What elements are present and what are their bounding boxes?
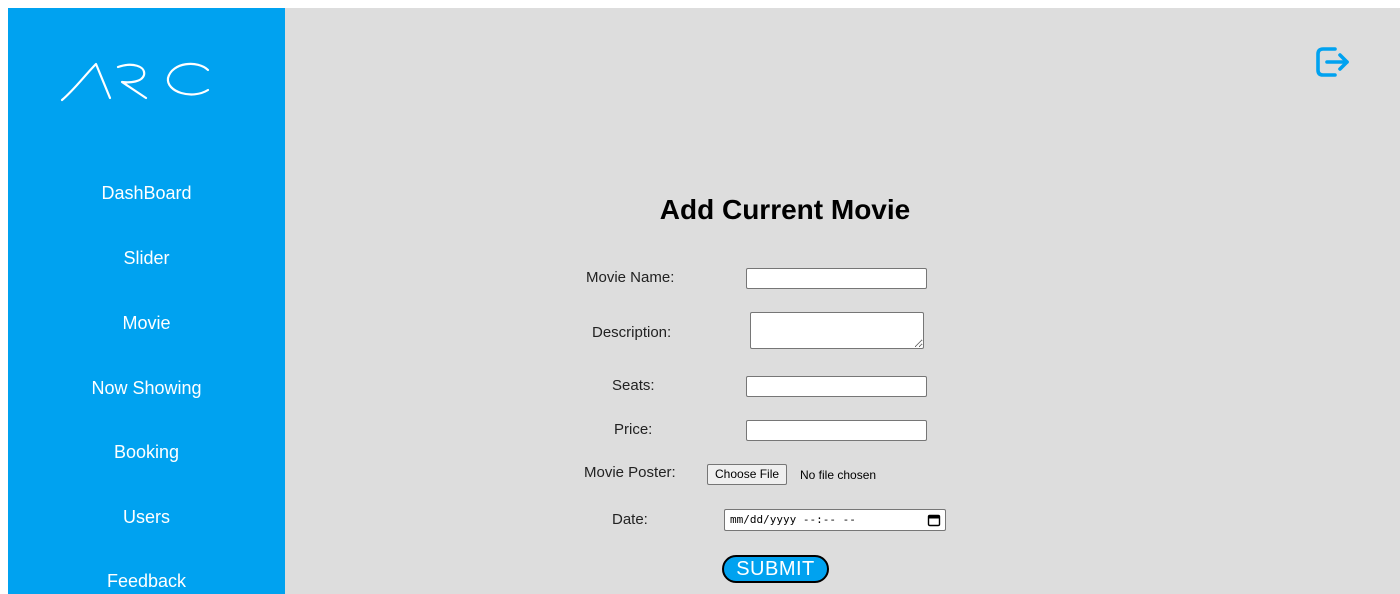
page-title: Add Current Movie bbox=[659, 194, 911, 225]
description-label: Description: bbox=[592, 324, 672, 341]
sidebar-item-slider[interactable]: Slider bbox=[8, 247, 285, 269]
sidebar-item-movie[interactable]: Movie bbox=[8, 312, 285, 334]
file-status-text: No file chosen bbox=[800, 468, 877, 482]
sidebar-item-booking[interactable]: Booking bbox=[8, 441, 285, 463]
sidebar-item-now-showing[interactable]: Now Showing bbox=[8, 377, 285, 399]
date-input[interactable]: mm/dd/yyyy --:-- -- bbox=[724, 509, 946, 531]
sidebar-item-users[interactable]: Users bbox=[8, 506, 285, 528]
arc-logo bbox=[60, 62, 210, 102]
price-label: Price: bbox=[614, 421, 653, 438]
submit-button[interactable]: SUBMIT bbox=[722, 555, 829, 583]
sidebar-item-dashboard[interactable]: DashBoard bbox=[8, 182, 285, 204]
date-placeholder: mm/dd/yyyy --:-- -- bbox=[730, 513, 856, 526]
movie-poster-label: Movie Poster: bbox=[584, 464, 676, 481]
logout-icon[interactable] bbox=[1313, 42, 1353, 82]
date-label: Date: bbox=[612, 511, 648, 528]
choose-file-button[interactable]: Choose File bbox=[707, 464, 788, 485]
app-frame: DashBoard Slider Movie Now Showing Booki… bbox=[8, 8, 1400, 594]
price-input[interactable] bbox=[746, 420, 927, 441]
calendar-icon[interactable] bbox=[927, 513, 941, 527]
sidebar: DashBoard Slider Movie Now Showing Booki… bbox=[8, 8, 285, 594]
description-textarea[interactable] bbox=[750, 312, 924, 349]
seats-label: Seats: bbox=[612, 377, 655, 394]
movie-name-input[interactable] bbox=[746, 268, 927, 289]
seats-input[interactable] bbox=[746, 376, 927, 397]
sidebar-item-feedback[interactable]: Feedback bbox=[8, 570, 285, 592]
movie-name-label: Movie Name: bbox=[586, 269, 675, 286]
